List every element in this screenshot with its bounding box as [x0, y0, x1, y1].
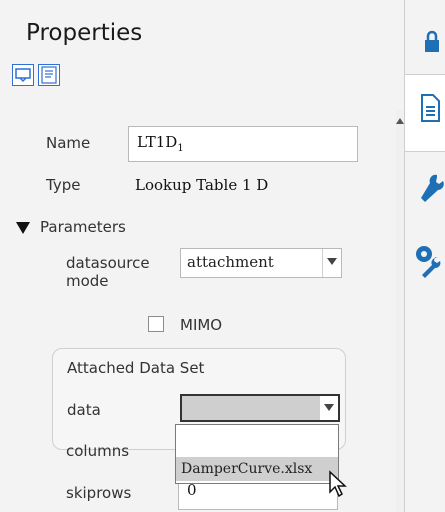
chevron-down-icon: [324, 404, 334, 411]
name-subscript: 1: [177, 143, 184, 154]
settings-wrench-icon[interactable]: [414, 244, 444, 280]
type-value: Lookup Table 1 D: [135, 176, 269, 194]
dropdown-option-empty[interactable]: [176, 427, 338, 451]
text-view-button[interactable]: [38, 64, 60, 86]
data-select[interactable]: [180, 394, 340, 422]
mimo-label: MIMO: [180, 316, 223, 334]
datasource-mode-value: attachment: [187, 253, 274, 271]
name-input[interactable]: LT1D1: [128, 126, 358, 162]
panel-title: Properties: [26, 20, 143, 46]
wrench-icon[interactable]: [418, 172, 444, 206]
mimo-checkbox[interactable]: [148, 316, 164, 332]
display-options-button[interactable]: [12, 64, 34, 86]
datasource-mode-select[interactable]: attachment: [180, 248, 342, 278]
lock-icon[interactable]: [423, 30, 441, 54]
document-tab[interactable]: [405, 74, 445, 152]
document-icon: [421, 94, 440, 122]
data-label: data: [67, 401, 101, 419]
name-label: Name: [46, 134, 91, 152]
name-value: LT1D: [137, 133, 178, 151]
data-dropdown-button[interactable]: [319, 396, 338, 420]
display-options-icon: [15, 68, 31, 83]
dropdown-option-dampercurve-text: DamperCurve.xlsx: [181, 461, 313, 477]
skiprows-label: skiprows: [66, 484, 132, 502]
text-view-icon: [41, 66, 57, 84]
datasource-label: datasource: [66, 254, 150, 272]
chevron-down-icon: [327, 258, 337, 265]
vertical-scrollbar[interactable]: [396, 110, 404, 512]
columns-label: columns: [66, 442, 130, 460]
properties-panel: Properties Name LT1D1 Type Lookup Table …: [0, 0, 405, 512]
mouse-cursor-icon: [329, 470, 347, 498]
scroll-up-arrow-icon[interactable]: [396, 118, 404, 124]
group-title: Attached Data Set: [67, 359, 205, 377]
datasource-dropdown-button[interactable]: [322, 249, 341, 277]
parameters-section-label[interactable]: Parameters: [40, 218, 126, 236]
dropdown-option-dampercurve[interactable]: DamperCurve.xlsx: [176, 457, 338, 481]
data-dropdown-list: DamperCurve.xlsx: [175, 424, 339, 484]
datasource-mode-label: mode: [66, 272, 109, 290]
collapse-triangle-icon[interactable]: [16, 222, 30, 234]
type-label: Type: [46, 176, 81, 194]
